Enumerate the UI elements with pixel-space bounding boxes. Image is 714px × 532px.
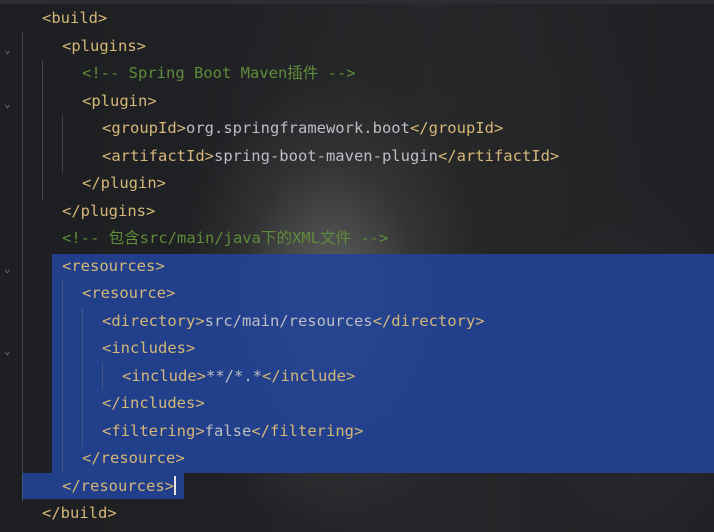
code-line[interactable]: </plugins> [62, 198, 155, 225]
xml-tag: </groupId> [409, 119, 504, 137]
code-line[interactable]: <plugins> [62, 33, 146, 60]
xml-tag: </resources> [62, 477, 174, 495]
xml-tag: <resources> [62, 257, 165, 275]
code-line[interactable]: <build> [42, 5, 107, 32]
xml-comment: <!-- 包含src/main/java下的XML文件 --> [62, 229, 389, 247]
code-editor[interactable]: ⌄ ⌄ ⌄ ⌄ <build> <plugins> <!-- Spring Bo… [0, 0, 714, 532]
xml-text: **/*.* [206, 367, 262, 385]
editor-top-border [0, 0, 714, 4]
indent-guide [62, 115, 63, 173]
code-line[interactable]: </build> [42, 500, 117, 527]
xml-tag: <includes> [102, 339, 196, 357]
code-line[interactable]: </includes> [102, 390, 205, 417]
xml-text: org.springframework.boot [186, 119, 410, 137]
xml-tag: </includes> [102, 394, 205, 412]
xml-text: false [204, 422, 252, 440]
xml-comment: <!-- Spring Boot Maven插件 --> [82, 64, 356, 82]
code-line[interactable]: <includes> [102, 335, 195, 362]
xml-tag: </directory> [372, 312, 485, 330]
xml-tag: <resource> [82, 284, 176, 302]
xml-text: spring-boot-maven-plugin [213, 147, 438, 165]
indent-guide [22, 32, 23, 502]
fold-chevron-icon[interactable]: ⌄ [4, 263, 11, 275]
xml-tag: <include> [122, 367, 206, 385]
xml-tag: <plugins> [62, 37, 146, 55]
xml-tag: </plugins> [62, 202, 156, 220]
code-line[interactable]: <directory>src/main/resources</directory… [102, 308, 485, 335]
code-line[interactable]: </resources> [62, 473, 176, 500]
fold-chevron-icon[interactable]: ⌄ [4, 44, 11, 56]
xml-tag: </resource> [82, 449, 185, 467]
indent-guide [42, 60, 43, 200]
indent-guide [102, 362, 103, 390]
code-line[interactable]: </resource> [82, 445, 185, 472]
code-line[interactable]: <resources> [62, 253, 165, 280]
xml-tag: </include> [262, 367, 356, 385]
xml-tag: <build> [42, 9, 108, 27]
fold-chevron-icon[interactable]: ⌄ [4, 98, 11, 110]
xml-tag: <artifactId> [102, 147, 214, 165]
indent-guide [82, 308, 83, 446]
xml-tag: <plugin> [82, 92, 157, 110]
xml-tag: <filtering> [102, 422, 205, 440]
code-line[interactable]: </plugin> [82, 170, 166, 197]
fold-chevron-icon[interactable]: ⌄ [4, 345, 11, 357]
xml-tag: </artifactId> [437, 147, 560, 165]
code-line[interactable]: <!-- Spring Boot Maven插件 --> [82, 60, 356, 87]
indent-guide [62, 280, 63, 473]
code-line[interactable]: <artifactId>spring-boot-maven-plugin</ar… [102, 143, 559, 170]
xml-tag: </build> [42, 504, 117, 522]
xml-tag: <groupId> [102, 119, 186, 137]
code-line[interactable]: <filtering>false</filtering> [102, 418, 363, 445]
code-line[interactable]: <plugin> [82, 88, 157, 115]
text-caret [173, 476, 176, 495]
xml-tag: <directory> [102, 312, 205, 330]
code-line[interactable]: <groupId>org.springframework.boot</group… [102, 115, 503, 142]
xml-tag: </filtering> [251, 422, 364, 440]
code-line[interactable]: <include>**/*.*</include> [122, 363, 355, 390]
xml-text: src/main/resources [204, 312, 373, 330]
xml-tag: </plugin> [82, 174, 166, 192]
code-line[interactable]: <resource> [82, 280, 175, 307]
code-line[interactable]: <!-- 包含src/main/java下的XML文件 --> [62, 225, 388, 252]
